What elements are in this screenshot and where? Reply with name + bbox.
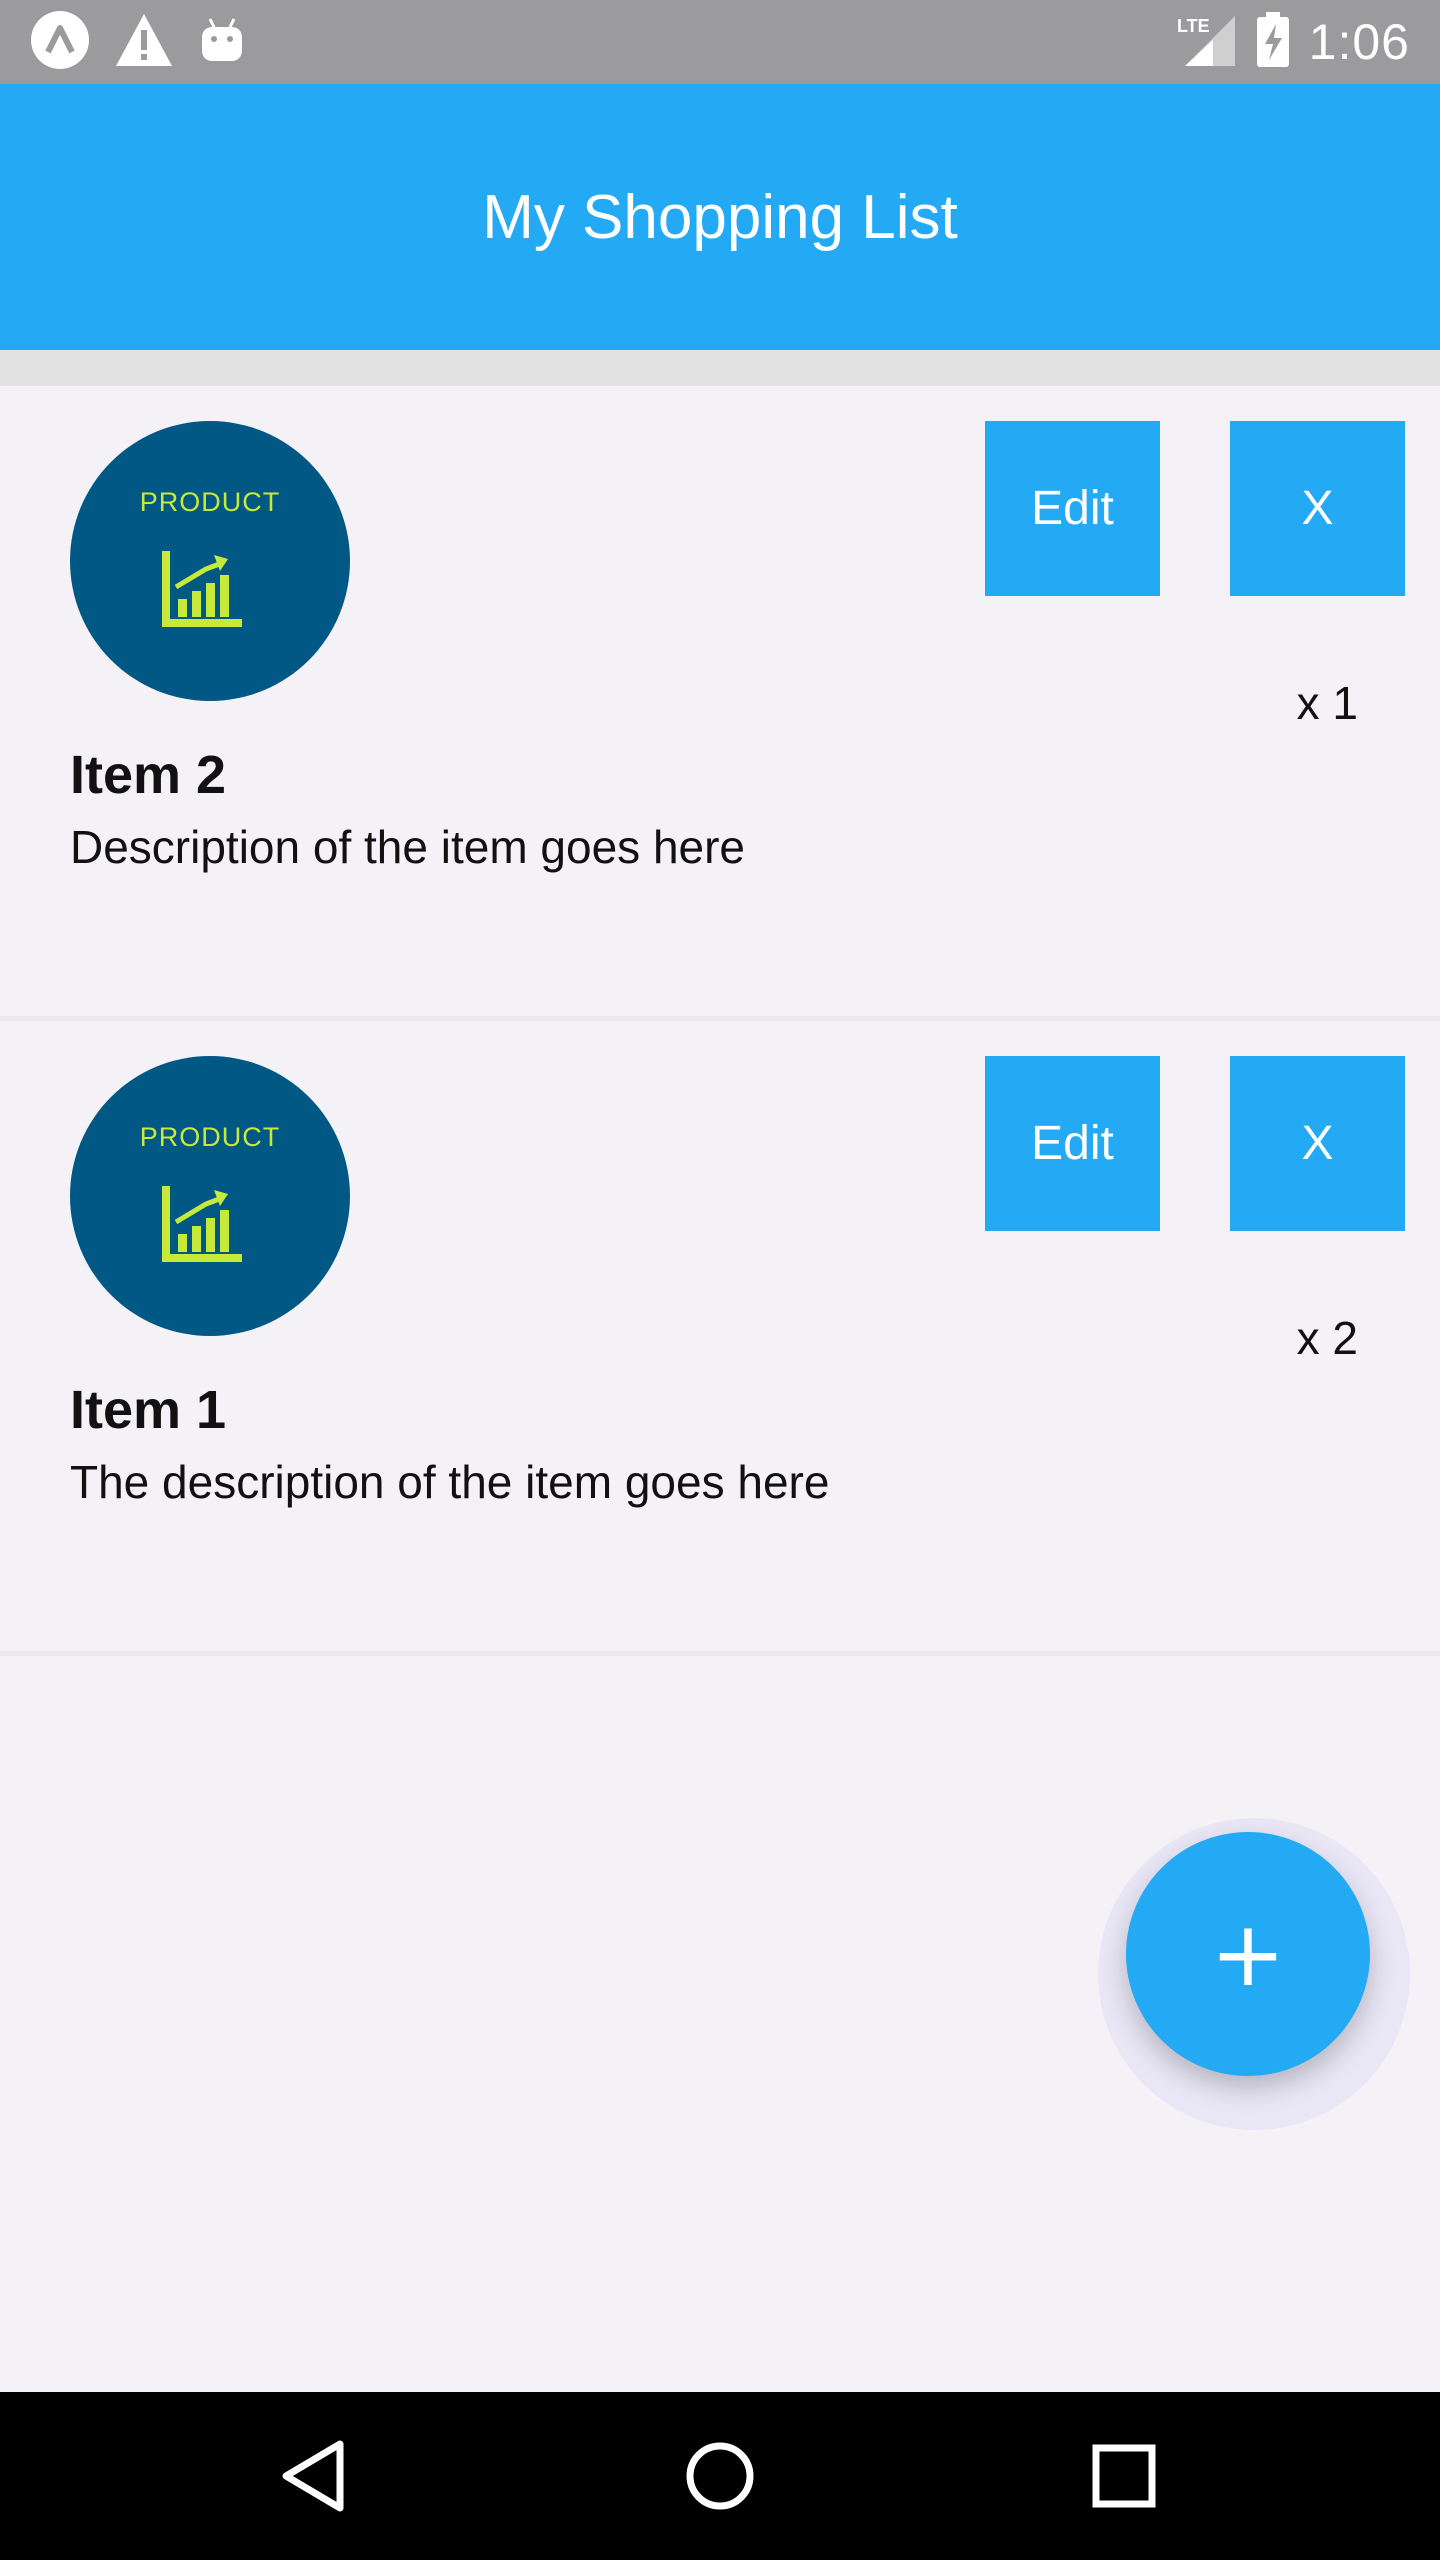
product-image-label: PRODUCT	[139, 1122, 281, 1152]
signal-icon: LTE	[1175, 12, 1237, 73]
item-quantity: x 2	[1296, 1312, 1358, 1364]
status-bar: LTE 1:06	[0, 0, 1440, 84]
warning-icon	[114, 12, 174, 73]
screen: LTE 1:06 My Shopping List PRODUCT Edit X…	[0, 0, 1440, 2560]
home-icon[interactable]	[680, 2436, 760, 2516]
back-icon[interactable]	[276, 2436, 356, 2516]
item-name: Item 2	[70, 745, 227, 805]
edit-button[interactable]: Edit	[985, 1056, 1160, 1231]
status-time: 1:06	[1308, 14, 1410, 70]
list-item: PRODUCT Edit X x 2 Item 1 The descriptio…	[0, 1021, 1440, 1656]
product-image: PRODUCT	[70, 1056, 350, 1336]
status-bar-left-icons	[30, 10, 246, 73]
battery-charging-icon	[1255, 11, 1291, 73]
android-icon	[198, 15, 246, 70]
app-bar: My Shopping List	[0, 84, 1440, 350]
item-name: Item 1	[70, 1380, 227, 1440]
item-description: The description of the item goes here	[70, 1456, 830, 1508]
item-description: Description of the item goes here	[70, 821, 746, 873]
recents-icon[interactable]	[1084, 2436, 1164, 2516]
remove-button[interactable]: X	[1230, 1056, 1405, 1231]
remove-button[interactable]: X	[1230, 421, 1405, 596]
network-type-label: LTE	[1177, 16, 1210, 36]
add-icon: +	[1210, 1901, 1286, 2007]
chart-growth-icon	[162, 551, 242, 627]
app-launcher-icon	[30, 10, 90, 75]
app-bar-divider	[0, 350, 1440, 386]
status-bar-right-icons: LTE 1:06	[1175, 0, 1410, 84]
chart-growth-icon	[162, 1186, 242, 1262]
product-image-label: PRODUCT	[139, 487, 281, 517]
product-image: PRODUCT	[70, 421, 350, 701]
navigation-bar	[0, 2392, 1440, 2560]
item-quantity: x 1	[1296, 677, 1358, 729]
shopping-list: PRODUCT Edit X x 1 Item 2 Description of…	[0, 386, 1440, 1656]
edit-button[interactable]: Edit	[985, 421, 1160, 596]
app-title: My Shopping List	[482, 183, 958, 252]
list-item: PRODUCT Edit X x 1 Item 2 Description of…	[0, 386, 1440, 1021]
add-item-button[interactable]: +	[1126, 1832, 1370, 2076]
